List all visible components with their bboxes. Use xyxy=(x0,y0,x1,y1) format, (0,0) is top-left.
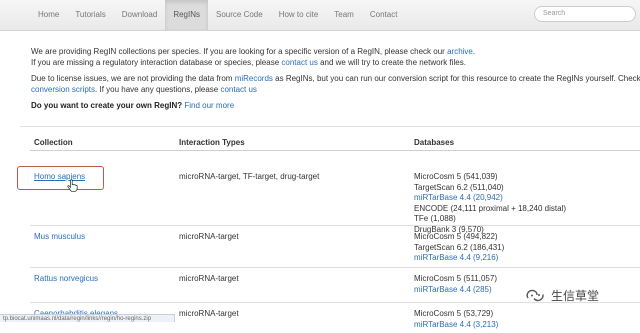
contact-us-link[interactable]: contact us xyxy=(281,58,317,67)
intro-line-1-end: . xyxy=(472,47,476,56)
intro-text: We are providing RegIN collections per s… xyxy=(31,46,640,111)
header-databases: Databases xyxy=(414,138,455,147)
nav-menu: Home Tutorials Download RegINs Source Co… xyxy=(30,0,405,30)
intro-line-2-text: If you are missing a regulatory interact… xyxy=(31,58,280,67)
header-interaction-types: Interaction Types xyxy=(179,138,245,147)
create-regin-question: Do you want to create your own RegIN? Fi… xyxy=(31,100,640,111)
databases-list: MicroCosm 5 (511,057) miRTarBase 4.4 (28… xyxy=(414,274,497,295)
nav-source-code[interactable]: Source Code xyxy=(208,0,271,30)
intro-line-1: We are providing RegIN collections per s… xyxy=(31,46,640,57)
intro-line-3-end: as RegINs, but you can run our conversio… xyxy=(275,74,640,83)
collection-link-rattus-norvegicus[interactable]: Rattus norvegicus xyxy=(34,274,98,285)
interaction-types: microRNA-target xyxy=(179,232,239,241)
intro-line-3-text: Due to license issues, we are not provid… xyxy=(31,74,233,83)
intro-line-4-text: . If you have any questions, please xyxy=(95,85,219,94)
table-row: Mus musculus microRNA-target MicroCosm 5… xyxy=(30,226,640,268)
database-entry: MicroCosm 5 (511,057) xyxy=(414,274,497,283)
question-text: Do you want to create your own RegIN? xyxy=(31,101,183,110)
database-link-mirtarbase[interactable]: miRTarBase 4.4 (285) xyxy=(414,285,497,296)
search-input[interactable]: Search xyxy=(534,6,636,22)
archive-link[interactable]: archive xyxy=(447,47,473,56)
conversion-scripts-link[interactable]: conversion scripts xyxy=(31,85,95,94)
watermark-text: 生信草堂 xyxy=(551,288,600,303)
collection-link-mus-musculus[interactable]: Mus musculus xyxy=(34,232,85,243)
database-link-mirtarbase[interactable]: miRTarBase 4.4 (9,216) xyxy=(414,253,504,264)
intro-line-3: Due to license issues, we are not provid… xyxy=(31,73,640,84)
database-entry: MicroCosm 5 (541,039) xyxy=(414,172,498,181)
mirecords-link[interactable]: miRecords xyxy=(235,74,273,83)
nav-contact[interactable]: Contact xyxy=(362,0,406,30)
find-out-more-link[interactable]: Find our more xyxy=(184,101,234,110)
database-link-mirtarbase[interactable]: miRTarBase 4.4 (20,942) xyxy=(414,193,566,204)
hand-pointer-icon xyxy=(67,179,78,192)
intro-line-2: If you are missing a regulatory interact… xyxy=(31,57,640,68)
nav-team[interactable]: Team xyxy=(326,0,362,30)
database-entry: MicroCosm 5 (53,729) xyxy=(414,309,494,318)
databases-list: MicroCosm 5 (53,729) miRTarBase 4.4 (3,2… xyxy=(414,309,498,330)
nav-home[interactable]: Home xyxy=(30,0,67,30)
interaction-types: microRNA-target xyxy=(179,309,239,318)
databases-list: MicroCosm 5 (494,822) TargetScan 6.2 (18… xyxy=(414,232,504,264)
nav-regins[interactable]: RegINs xyxy=(165,0,208,30)
nav-download[interactable]: Download xyxy=(114,0,166,30)
table-row: Homo sapiens microRNA-target, TF-target,… xyxy=(17,151,640,234)
database-entry: ENCODE (24,111 proximal + 18,240 distal) xyxy=(414,203,566,213)
browser-status-bar: tp.biocat.unimaas.nl/data/regin/links//r… xyxy=(0,314,175,322)
top-navbar: Home Tutorials Download RegINs Source Co… xyxy=(0,0,640,31)
interaction-types: microRNA-target, TF-target, drug-target xyxy=(179,172,320,181)
database-entry: TFe (1,088) xyxy=(414,214,456,224)
database-entry: TargetScan 6.2 (511,040) xyxy=(414,182,504,192)
wechat-logo-icon xyxy=(526,289,544,302)
nav-tutorials[interactable]: Tutorials xyxy=(67,0,113,30)
contact-us-link-2[interactable]: contact us xyxy=(220,85,256,94)
database-entry: MicroCosm 5 (494,822) xyxy=(414,232,498,241)
intro-line-4: conversion scripts. If you have any ques… xyxy=(31,84,640,95)
header-collection: Collection xyxy=(34,138,73,147)
intro-line-1-text: We are providing RegIN collections per s… xyxy=(31,47,445,56)
table-header: Collection Interaction Types Databases xyxy=(30,132,640,151)
watermark: 生信草堂 xyxy=(525,282,637,308)
section-divider xyxy=(20,126,640,127)
interaction-types: microRNA-target xyxy=(179,274,239,283)
database-entry: TargetScan 6.2 (186,431) xyxy=(414,242,505,252)
database-link-mirtarbase[interactable]: miRTarBase 4.4 (3,213) xyxy=(414,320,498,331)
intro-line-2-end: and we will try to create the network fi… xyxy=(320,58,466,67)
nav-how-to-cite[interactable]: How to cite xyxy=(271,0,327,30)
